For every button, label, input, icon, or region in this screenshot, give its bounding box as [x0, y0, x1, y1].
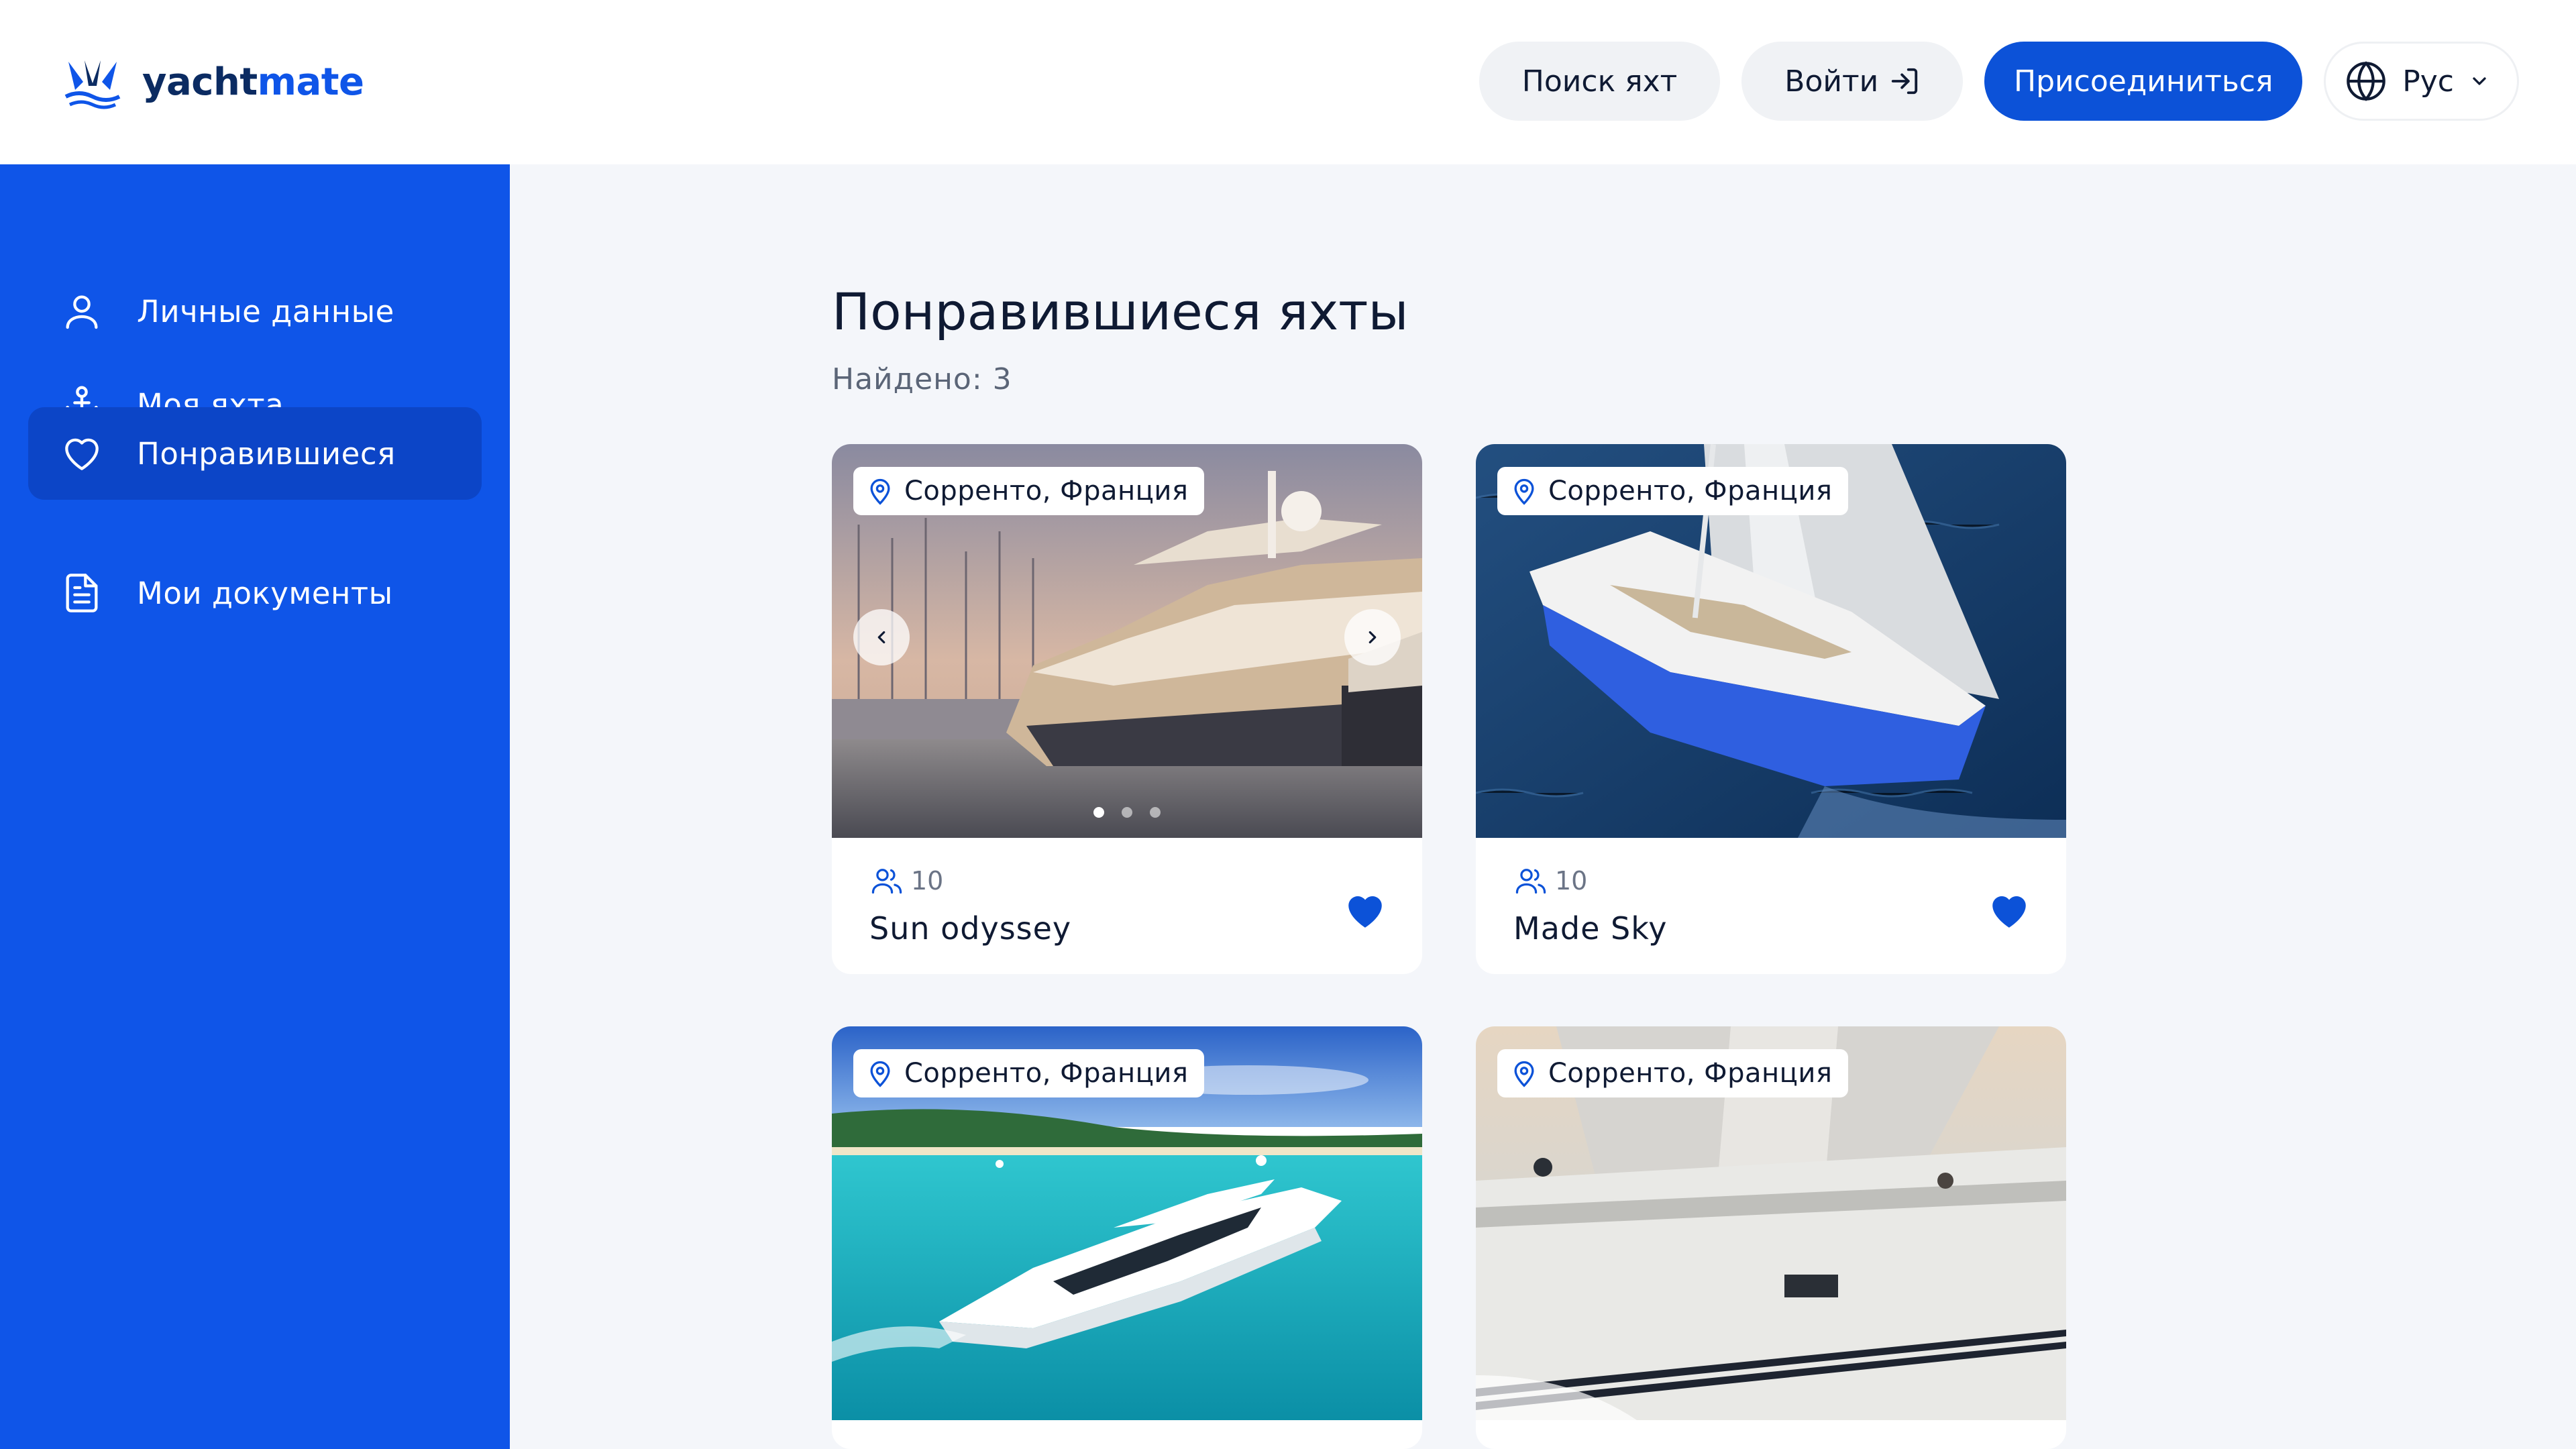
login-label: Войти — [1784, 64, 1879, 99]
sidebar: Личные данные Моя яхта Понравившиеся Мои… — [0, 164, 510, 1449]
yacht-card[interactable]: Сорренто, Франция 10 Made Sky — [1476, 444, 2066, 974]
yacht-name[interactable]: Sun odyssey — [869, 910, 1071, 947]
guest-capacity: 10 — [1513, 863, 1587, 898]
sidebar-item-my-documents[interactable]: Мои документы — [28, 547, 482, 639]
yacht-photo[interactable]: Сорренто, Франция — [832, 1026, 1422, 1420]
location-badge: Сорренто, Франция — [853, 467, 1205, 515]
yacht-card[interactable]: Сорренто, Франция 10 Sun odyssey — [832, 444, 1422, 974]
logo-text-prefix: yacht — [142, 60, 258, 104]
join-button[interactable]: Присоединиться — [1984, 42, 2303, 121]
yacht-photo[interactable]: Сорренто, Франция — [1476, 1026, 2066, 1420]
sidebar-item-personal-data[interactable]: Личные данные — [28, 265, 482, 358]
location-label: Сорренто, Франция — [1548, 1058, 1833, 1089]
guest-count: 10 — [1555, 866, 1588, 896]
yacht-card[interactable]: Сорренто, Франция — [1476, 1026, 2066, 1449]
location-badge: Сорренто, Франция — [853, 1049, 1205, 1097]
location-pin-icon — [1514, 478, 1534, 505]
document-icon — [66, 574, 98, 612]
chevron-down-icon — [2473, 77, 2486, 85]
heart-icon — [65, 438, 99, 470]
language-select[interactable]: Рус — [2324, 42, 2519, 121]
globe-icon — [2347, 61, 2386, 101]
chevron-right-icon — [1368, 631, 1377, 644]
guest-capacity: 10 — [869, 863, 943, 898]
results-count: Найдено: 3 — [832, 362, 1012, 396]
carousel-dot[interactable] — [1122, 807, 1132, 818]
location-label: Сорренто, Франция — [904, 1058, 1189, 1089]
logo-text: yachtmate — [142, 60, 364, 104]
favorite-heart-icon[interactable] — [1987, 889, 2031, 933]
sidebar-item-label: Понравившиеся — [137, 435, 396, 472]
logo-text-suffix: mate — [257, 60, 364, 104]
logo-icon — [64, 60, 121, 109]
language-label: Рус — [2402, 64, 2454, 99]
location-badge: Сорренто, Франция — [1497, 1049, 1849, 1097]
people-icon — [1515, 869, 1546, 894]
carousel-dots — [832, 807, 1422, 818]
location-label: Сорренто, Франция — [1548, 476, 1833, 506]
location-label: Сорренто, Франция — [904, 476, 1189, 506]
sidebar-item-label: Мои документы — [137, 575, 393, 611]
carousel-dot[interactable] — [1150, 807, 1161, 818]
sidebar-item-favorites[interactable]: Понравившиеся — [28, 407, 482, 500]
chevron-left-icon — [877, 631, 885, 644]
location-pin-icon — [1514, 1061, 1534, 1087]
top-header: yachtmate Поиск яхт Войти Присоединиться… — [0, 0, 2576, 164]
sidebar-item-label: Личные данные — [137, 293, 394, 329]
carousel-prev-button[interactable] — [853, 609, 910, 665]
login-button[interactable]: Войти — [1741, 42, 1964, 121]
yacht-photo[interactable]: Сорренто, Франция — [832, 444, 1422, 838]
location-pin-icon — [870, 1061, 890, 1087]
people-icon — [871, 869, 902, 894]
header-actions: Поиск яхт Войти Присоединиться Рус — [1479, 42, 2519, 121]
guest-count: 10 — [911, 866, 944, 896]
user-icon — [66, 295, 98, 329]
search-yachts-button[interactable]: Поиск яхт — [1479, 42, 1721, 121]
yacht-info: 10 Sun odyssey — [832, 838, 1422, 974]
favorite-heart-icon[interactable] — [1343, 889, 1387, 933]
login-icon — [1892, 68, 1918, 95]
location-badge: Сорренто, Франция — [1497, 467, 1849, 515]
carousel-next-button[interactable] — [1344, 609, 1401, 665]
location-pin-icon — [870, 478, 890, 505]
yacht-name[interactable]: Made Sky — [1513, 910, 1667, 947]
yacht-info: 10 Made Sky — [1476, 838, 2066, 974]
page-title: Понравившиеся яхты — [832, 282, 1409, 341]
logo[interactable]: yachtmate — [59, 48, 364, 115]
carousel-dot[interactable] — [1093, 807, 1104, 818]
yacht-card[interactable]: Сорренто, Франция — [832, 1026, 1422, 1449]
yacht-photo[interactable]: Сорренто, Франция — [1476, 444, 2066, 838]
